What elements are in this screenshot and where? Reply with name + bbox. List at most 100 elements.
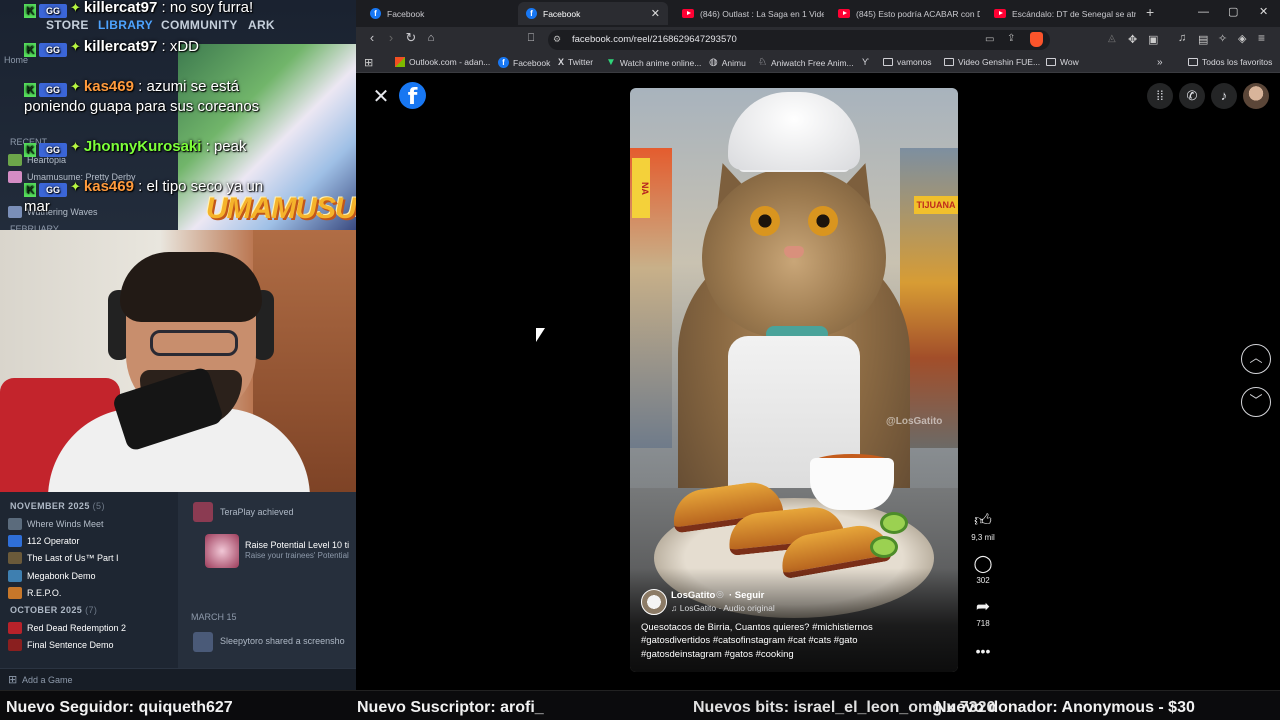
- sidebar-icon[interactable]: ▣: [1148, 33, 1158, 46]
- bookmark-folder-wow[interactable]: Wow: [1046, 57, 1079, 67]
- section-label: OCTOBER 2025: [10, 605, 83, 615]
- bookmark-label: Wow: [1060, 57, 1079, 67]
- game-row[interactable]: Red Dead Redemption 2: [8, 622, 126, 634]
- audio-source[interactable]: ♫ LosGatito · Audio original: [671, 603, 775, 613]
- like-button[interactable]: 👍︎ 9,3 mil: [966, 511, 1000, 542]
- messenger-icon[interactable]: ✆: [1179, 83, 1205, 109]
- apps-grid-icon[interactable]: ⊞: [364, 56, 373, 69]
- game-row[interactable]: The Last of Us™ Part I: [8, 552, 119, 564]
- chat-username: killercat97: [83, 0, 158, 16]
- sub-badge-icon: GG: [39, 143, 67, 157]
- steam-nav-library[interactable]: LIBRARY: [98, 18, 153, 32]
- bookmark-label: Twitter: [568, 57, 594, 67]
- menu-grid-icon[interactable]: ⁞⁞: [1147, 83, 1173, 109]
- bookmark-anime[interactable]: ▼ Watch anime online...: [606, 57, 701, 68]
- bookmark-icon[interactable]: ⎕: [522, 32, 540, 45]
- chat-username: killercat97: [83, 38, 158, 55]
- bookmark-label: Aniwatch Free Anim...: [770, 57, 854, 68]
- section-count: (5): [92, 501, 105, 511]
- facebook-icon: f: [370, 8, 381, 19]
- user-avatar[interactable]: [193, 502, 213, 522]
- reel-video[interactable]: NA TIJUANA @LosGatito: [630, 88, 958, 672]
- game-row[interactable]: Final Sentence Demo: [8, 639, 114, 651]
- game-row[interactable]: 112 Operator: [8, 535, 79, 547]
- tab-youtube[interactable]: (845) Esto podría ACABAR con Du: [830, 2, 980, 25]
- steam-nav-community[interactable]: COMMUNITY: [161, 18, 238, 32]
- rewards-icon[interactable]: ◬: [1108, 33, 1116, 44]
- more-options-button[interactable]: •••: [966, 641, 1000, 661]
- menu-icon[interactable]: ≡: [1258, 31, 1265, 45]
- more-bookmarks-icon[interactable]: »: [1157, 57, 1163, 68]
- game-title: Where Winds Meet: [27, 519, 104, 529]
- bookmark-folder-genshin[interactable]: Video Genshin FUE...: [944, 57, 1040, 67]
- vpn-icon[interactable]: ◈: [1238, 32, 1246, 45]
- user-avatar[interactable]: [193, 632, 213, 652]
- back-icon[interactable]: ‹: [363, 30, 381, 45]
- game-row[interactable]: Where Winds Meet: [8, 518, 104, 530]
- reel-watermark: @LosGatito: [886, 416, 943, 427]
- new-tab-button[interactable]: +: [1146, 4, 1154, 20]
- cat-eye: [750, 206, 780, 236]
- steam-nav-store[interactable]: STORE: [46, 18, 89, 32]
- bookmark-yt[interactable]: ϒ: [862, 57, 869, 67]
- bookmark-folder-vamonos[interactable]: vamonos: [883, 57, 932, 67]
- game-title: Megabonk Demo: [27, 571, 96, 581]
- steam-nav-ark[interactable]: ARK: [248, 18, 275, 32]
- profile-avatar[interactable]: [1243, 83, 1269, 109]
- chat-text: no soy furra!: [169, 0, 254, 16]
- add-game-button[interactable]: Add a Game: [22, 675, 73, 685]
- comment-button[interactable]: ◯ 302: [966, 554, 1000, 585]
- tab-youtube[interactable]: Escándalo: DT de Senegal se atrinc: [986, 2, 1136, 25]
- facebook-logo-icon[interactable]: f: [399, 82, 426, 110]
- game-row[interactable]: Megabonk Demo: [8, 570, 96, 582]
- maximize-button[interactable]: ▢: [1228, 5, 1238, 18]
- home-icon[interactable]: ⌂: [422, 32, 440, 44]
- game-icon: [8, 171, 22, 183]
- bookmark-aniwatch[interactable]: ♘ Aniwatch Free Anim...: [758, 57, 854, 68]
- bell-icon[interactable]: ♪: [1211, 83, 1237, 109]
- activity-user[interactable]: TeraPlay: [220, 507, 255, 517]
- all-bookmarks-folder[interactable]: Todos los favoritos: [1188, 57, 1272, 67]
- tab-title: Escándalo: DT de Senegal se atrinc: [1012, 8, 1136, 19]
- share-icon[interactable]: ⇪: [1007, 33, 1015, 44]
- bookmark-animu[interactable]: ◍ Animu: [709, 57, 746, 68]
- media-icon[interactable]: ♫: [1178, 32, 1186, 44]
- chevron-up-icon[interactable]: ︿: [1241, 344, 1271, 374]
- game-row[interactable]: R.E.P.O.: [8, 587, 61, 599]
- sparkle-icon: ✦: [70, 179, 81, 194]
- minimize-button[interactable]: —: [1198, 6, 1209, 18]
- tab-facebook-active[interactable]: f Facebook ✕: [518, 2, 668, 25]
- leo-ai-icon[interactable]: ✧: [1218, 32, 1227, 45]
- mod-badge-icon: K: [24, 43, 36, 57]
- chevron-down-icon[interactable]: ﹀: [1241, 387, 1271, 417]
- bookmark-label: Watch anime online...: [619, 57, 702, 68]
- link-icon: ϒ: [862, 57, 869, 67]
- activity-user[interactable]: Sleepytoro: [220, 636, 263, 646]
- forward-icon[interactable]: ›: [382, 30, 400, 45]
- follow-button[interactable]: · Seguir: [729, 590, 764, 601]
- tab-youtube[interactable]: (846) Outlast : La Saga en 1 Video: [674, 2, 824, 25]
- tab-facebook[interactable]: f Facebook: [362, 2, 512, 25]
- cast-icon[interactable]: ▭: [985, 34, 994, 45]
- brave-shield-icon[interactable]: [1030, 32, 1043, 47]
- bookmark-outlook[interactable]: Outlook.com - adan...: [395, 57, 490, 67]
- author-name[interactable]: LosGatito: [671, 590, 715, 601]
- share-button[interactable]: ➦ 718: [966, 597, 1000, 628]
- reload-icon[interactable]: ↻: [402, 30, 420, 46]
- bookmark-label: Todos los favoritos: [1202, 57, 1273, 67]
- author-avatar[interactable]: [641, 589, 667, 615]
- bookmark-twitter[interactable]: X Twitter: [558, 57, 593, 67]
- thumbs-up-icon: 👍︎: [974, 511, 992, 530]
- extensions-icon[interactable]: ✥: [1128, 33, 1137, 46]
- close-window-button[interactable]: ✕: [1259, 5, 1268, 18]
- close-tab-icon[interactable]: ✕: [651, 7, 660, 20]
- share-arrow-icon: ➦: [975, 597, 991, 616]
- wallet-icon[interactable]: ▤: [1198, 33, 1208, 46]
- sub-badge-icon: GG: [39, 43, 67, 57]
- site-info-icon[interactable]: ⚙: [553, 34, 561, 45]
- close-icon[interactable]: ✕: [372, 84, 390, 108]
- bookmark-facebook[interactable]: f Facebook: [498, 57, 550, 68]
- like-count: 9,3 mil: [971, 533, 995, 542]
- shop-sign: TIJUANA: [914, 196, 958, 214]
- url-text[interactable]: facebook.com/reel/2168629647293570: [572, 34, 737, 45]
